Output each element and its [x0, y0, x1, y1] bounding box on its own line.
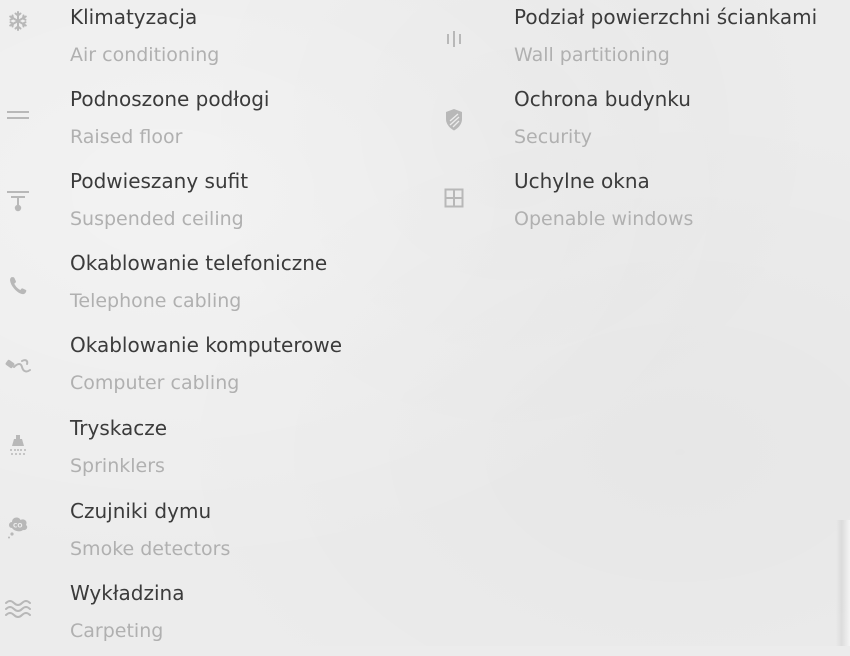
- feature-subtitle: Wall partitioning: [514, 44, 670, 66]
- sprinkler-icon: [6, 433, 30, 459]
- feature-subtitle: Smoke detectors: [70, 538, 231, 560]
- feature-item-air-conditioning: Klimatyzacja Air conditioning: [0, 0, 440, 80]
- feature-title: Ochrona budynku: [514, 87, 691, 111]
- feature-item-openable-windows: Uchylne okna Openable windows: [442, 164, 850, 244]
- smoke-detector-icon: CO: [6, 514, 30, 540]
- feature-title: Klimatyzacja: [70, 5, 198, 29]
- feature-subtitle: Raised floor: [70, 126, 183, 148]
- window-icon: [442, 185, 466, 211]
- feature-title: Wykładzina: [70, 581, 185, 605]
- feature-item-suspended-ceiling: Podwieszany sufit Suspended ceiling: [0, 164, 440, 244]
- feature-item-smoke-detectors: CO Czujniki dymu Smoke detectors: [0, 494, 440, 574]
- feature-title: Podwieszany sufit: [70, 169, 249, 193]
- feature-subtitle: Openable windows: [514, 208, 694, 230]
- carpet-waves-icon: [4, 596, 32, 622]
- feature-title: Podnoszone podłogi: [70, 87, 270, 111]
- feature-item-sprinklers: Tryskacze Sprinklers: [0, 411, 440, 491]
- feature-subtitle: Security: [514, 126, 593, 148]
- raised-floor-icon: [6, 102, 30, 128]
- svg-text:CO: CO: [13, 523, 23, 530]
- snowflake-icon: [6, 8, 30, 34]
- feature-title: Czujniki dymu: [70, 499, 212, 523]
- feature-title: Uchylne okna: [514, 169, 650, 193]
- feature-title: Podział powierzchni ściankami: [514, 5, 818, 29]
- feature-subtitle: Computer cabling: [70, 372, 240, 394]
- network-cable-icon: [4, 354, 34, 380]
- feature-subtitle: Carpeting: [70, 620, 164, 642]
- feature-item-telephone-cabling: Okablowanie telefoniczne Telephone cabli…: [0, 246, 440, 326]
- feature-title: Tryskacze: [70, 416, 168, 440]
- phone-icon: [6, 273, 30, 299]
- ceiling-lamp-icon: [6, 188, 30, 214]
- shield-icon: [442, 107, 466, 133]
- feature-item-carpeting: Wykładzina Carpeting: [0, 576, 440, 656]
- wall-partition-icon: [442, 26, 466, 52]
- feature-subtitle: Telephone cabling: [70, 290, 242, 312]
- feature-title: Okablowanie telefoniczne: [70, 251, 328, 275]
- feature-item-security: Ochrona budynku Security: [442, 82, 850, 162]
- feature-item-wall-partitioning: Podział powierzchni ściankami Wall parti…: [442, 0, 850, 80]
- feature-subtitle: Sprinklers: [70, 455, 165, 477]
- feature-item-raised-floor: Podnoszone podłogi Raised floor: [0, 82, 440, 162]
- feature-subtitle: Suspended ceiling: [70, 208, 244, 230]
- feature-title: Okablowanie komputerowe: [70, 333, 343, 357]
- feature-subtitle: Air conditioning: [70, 44, 220, 66]
- paper-edge: [836, 520, 850, 646]
- feature-item-computer-cabling: Okablowanie komputerowe Computer cabling: [0, 328, 440, 408]
